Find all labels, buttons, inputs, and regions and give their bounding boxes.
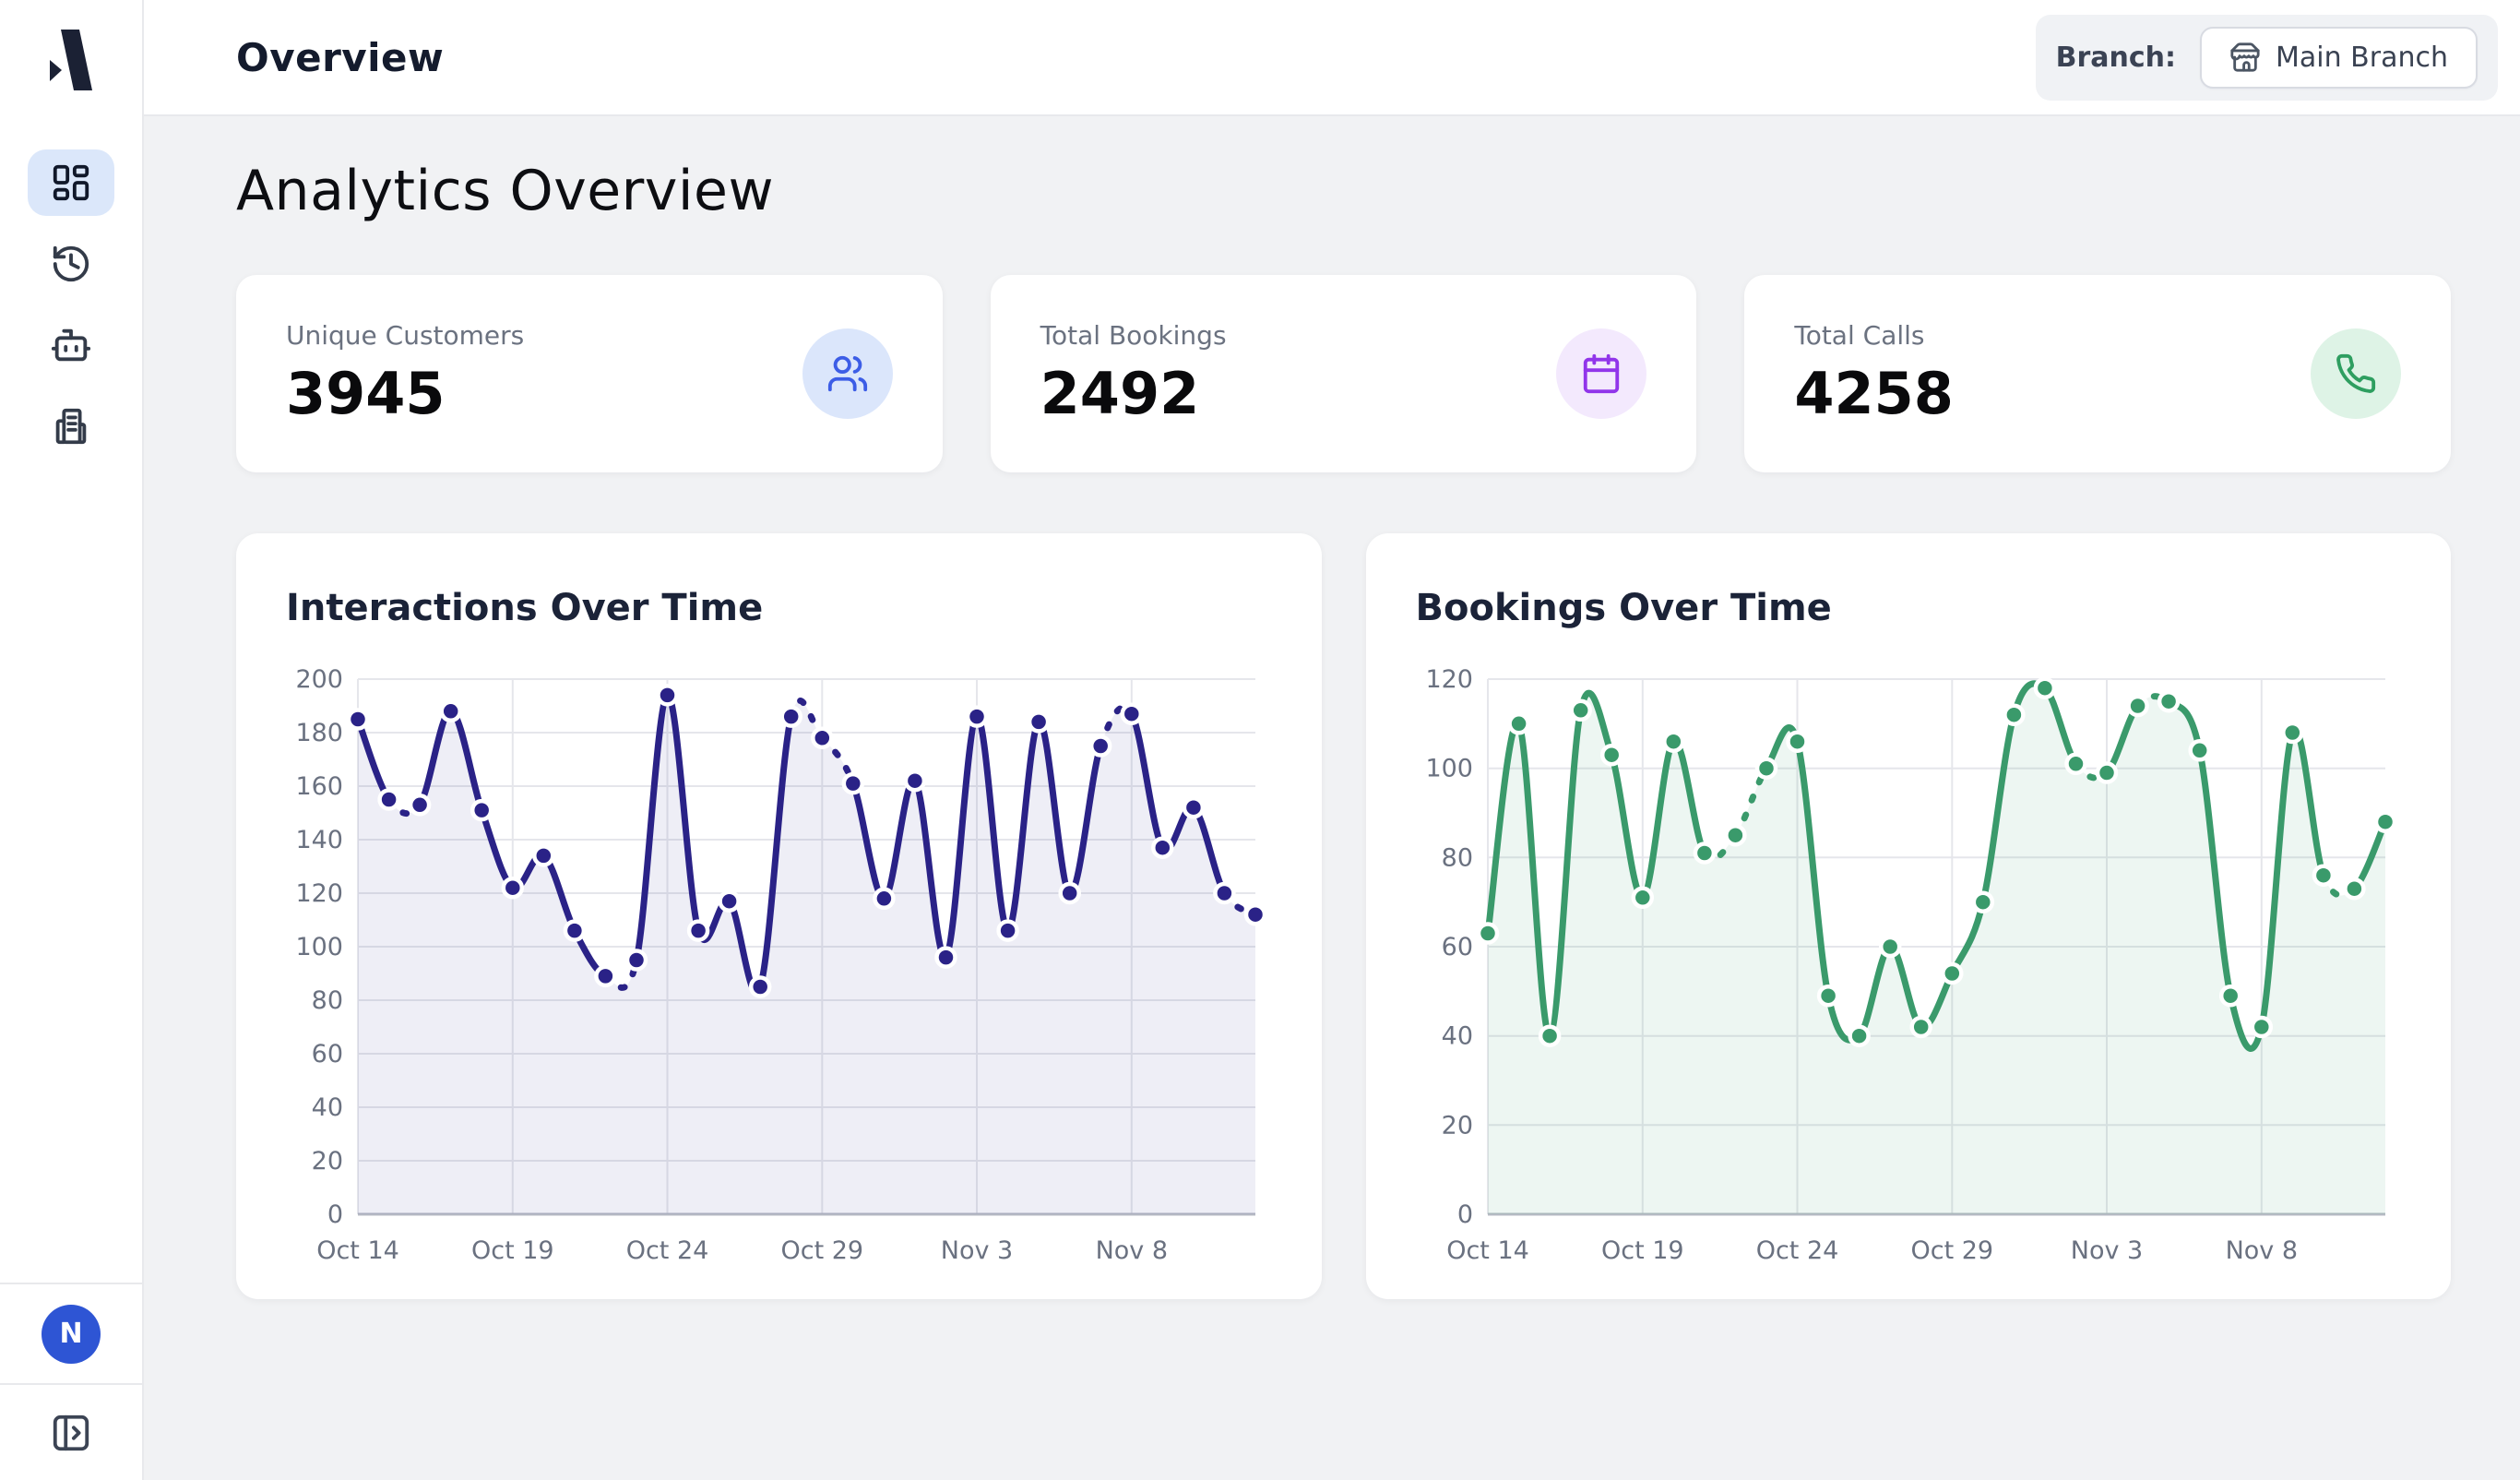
svg-text:Oct 24: Oct 24 (626, 1236, 709, 1265)
svg-text:20: 20 (1441, 1111, 1472, 1140)
logo-mark-icon (50, 30, 92, 90)
chart-cards: Interactions Over Time 0 20 40 60 80 100 120 14… (236, 533, 2451, 1299)
svg-text:Nov 3: Nov 3 (2070, 1236, 2142, 1265)
svg-text:60: 60 (312, 1040, 343, 1068)
svg-text:120: 120 (1425, 665, 1473, 694)
stat-value: 3945 (286, 360, 524, 427)
avatar[interactable]: N (42, 1305, 101, 1364)
svg-text:Oct 29: Oct 29 (780, 1236, 863, 1265)
phone-icon (2311, 328, 2401, 419)
sidebar: N (0, 0, 144, 1480)
svg-text:Nov 3: Nov 3 (941, 1236, 1013, 1265)
svg-text:Nov 8: Nov 8 (1096, 1236, 1168, 1265)
interactions-chart-card: Interactions Over Time 0 20 40 60 80 100 120 14… (236, 533, 1322, 1299)
sidebar-item-branches[interactable] (28, 393, 114, 460)
svg-text:0: 0 (1456, 1200, 1472, 1229)
sidebar-expand-button[interactable] (50, 1412, 92, 1454)
sidebar-item-assistant[interactable] (28, 312, 114, 378)
interactions-chart: 0 20 40 60 80 100 120 140 160 180 200 Oct 14 Oct 19 O… (286, 662, 1272, 1271)
svg-text:60: 60 (1441, 933, 1472, 961)
sidebar-nav (0, 149, 142, 460)
stat-card-total-bookings: Total Bookings 2492 (991, 275, 1697, 472)
app-window: N Overview Branch: (0, 0, 2520, 1480)
top-bar: Overview Branch: Main Branch (144, 0, 2520, 116)
svg-text:80: 80 (312, 986, 343, 1015)
section-title: Analytics Overview (236, 159, 2451, 223)
panel-expand-icon (50, 1412, 92, 1454)
stat-cards: Unique Customers 3945 Total Bookings 249… (236, 275, 2451, 472)
page-title: Overview (236, 35, 444, 80)
building-icon (50, 405, 92, 448)
stat-label: Total Calls (1794, 320, 1954, 351)
svg-text:Oct 19: Oct 19 (1600, 1236, 1683, 1265)
svg-text:120: 120 (295, 879, 343, 908)
svg-text:100: 100 (1425, 755, 1473, 783)
stat-card-unique-customers: Unique Customers 3945 (236, 275, 943, 472)
svg-text:100: 100 (295, 933, 343, 961)
branch-selector[interactable]: Main Branch (2200, 27, 2478, 89)
branch-label: Branch: (2056, 42, 2176, 74)
branch-selector-group: Branch: Main Branch (2036, 15, 2498, 101)
stat-value: 4258 (1794, 360, 1954, 427)
dashboard-grid-icon (50, 161, 92, 204)
bookings-chart-card: Bookings Over Time 0 20 40 60 80 100 120 Oct 14… (1366, 533, 2452, 1299)
svg-text:Oct 14: Oct 14 (1446, 1236, 1529, 1265)
svg-text:Oct 24: Oct 24 (1755, 1236, 1838, 1265)
chart-title: Interactions Over Time (286, 587, 1272, 629)
sidebar-footer: N (0, 1283, 142, 1480)
svg-text:20: 20 (312, 1147, 343, 1176)
users-icon (802, 328, 893, 419)
svg-text:Oct 14: Oct 14 (316, 1236, 399, 1265)
branch-value: Main Branch (2276, 42, 2448, 74)
bookings-chart: 0 20 40 60 80 100 120 Oct 14 Oct 19 Oct 24 Oct 29 N… (1416, 662, 2402, 1271)
main-content: Analytics Overview Unique Customers 3945… (144, 116, 2520, 1480)
robot-icon (50, 324, 92, 366)
svg-text:40: 40 (1441, 1022, 1472, 1051)
stat-value: 2492 (1040, 360, 1227, 427)
sidebar-item-dashboard[interactable] (28, 149, 114, 216)
history-icon (50, 243, 92, 285)
svg-text:0: 0 (327, 1200, 343, 1229)
store-icon (2229, 42, 2261, 73)
stat-card-total-calls: Total Calls 4258 (1744, 275, 2451, 472)
stat-label: Total Bookings (1040, 320, 1227, 351)
svg-text:180: 180 (295, 719, 343, 747)
svg-text:40: 40 (312, 1093, 343, 1122)
svg-text:Oct 29: Oct 29 (1910, 1236, 1993, 1265)
svg-text:160: 160 (295, 772, 343, 801)
svg-text:Nov 8: Nov 8 (2225, 1236, 2297, 1265)
chart-title: Bookings Over Time (1416, 587, 2402, 629)
sidebar-item-history[interactable] (28, 231, 114, 297)
svg-text:140: 140 (295, 826, 343, 854)
svg-text:200: 200 (295, 665, 343, 694)
stat-label: Unique Customers (286, 320, 524, 351)
svg-text:80: 80 (1441, 843, 1472, 872)
calendar-icon (1556, 328, 1646, 419)
app-logo (0, 0, 142, 120)
svg-text:Oct 19: Oct 19 (471, 1236, 554, 1265)
